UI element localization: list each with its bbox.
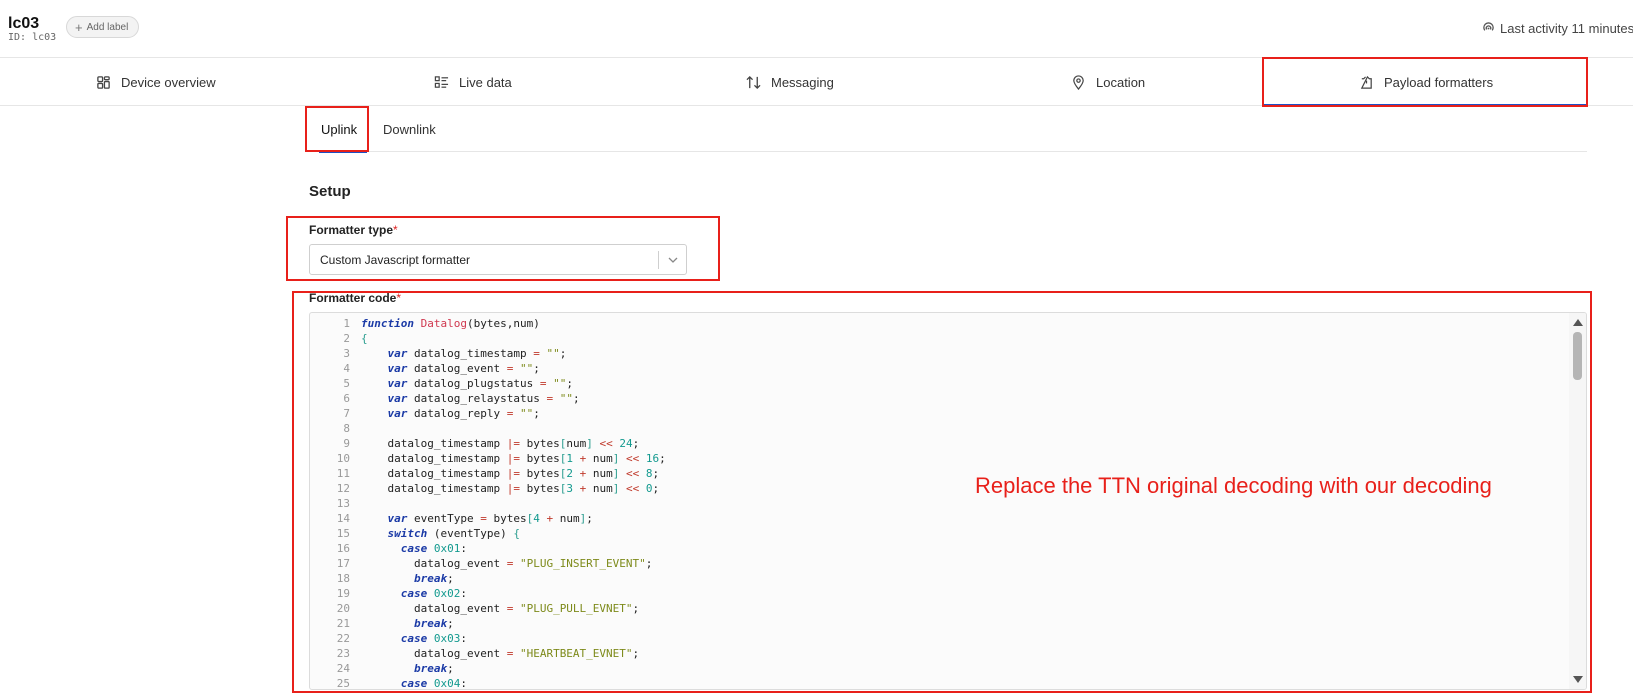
annotation-box-uplink [305,106,369,152]
plus-icon: + [75,19,83,35]
tab-label: Live data [459,74,512,90]
grid-icon [97,75,110,89]
subtab-label: Downlink [383,121,436,137]
formatter-subtabs: Uplink Downlink [306,106,1587,153]
tab-device-overview[interactable]: Device overview [96,58,216,106]
last-activity: Last activity 11 minutes a [1482,21,1633,36]
device-header: lc03 ID: lc03 + Add label Last activity … [0,0,1633,58]
tab-label: Location [1096,74,1146,90]
tab-messaging[interactable]: Messaging [746,58,834,106]
device-id: ID: lc03 [8,32,56,43]
arrows-updown-icon [746,75,761,89]
device-id-label: ID: [8,32,27,43]
subtab-downlink[interactable]: Downlink [383,106,436,152]
activity-icon [1483,22,1494,31]
list-icon [434,75,449,88]
add-label-button[interactable]: + Add label [66,16,140,38]
annotation-note: Replace the TTN original decoding with o… [975,473,1492,498]
setup-title: Setup [309,183,351,200]
last-activity-text: Last activity 11 minutes a [1500,21,1633,36]
annotation-box-payload-tab [1262,57,1588,107]
tab-live-data[interactable]: Live data [434,58,512,106]
device-name: lc03 [8,15,40,32]
tab-label: Device overview [121,74,216,90]
device-id-value: lc03 [32,32,57,43]
tab-location[interactable]: Location [1071,58,1145,106]
annotation-box-formatter-type [286,216,720,281]
pin-icon [1073,74,1084,90]
add-label-text: Add label [86,21,129,33]
tab-label: Messaging [771,74,834,90]
